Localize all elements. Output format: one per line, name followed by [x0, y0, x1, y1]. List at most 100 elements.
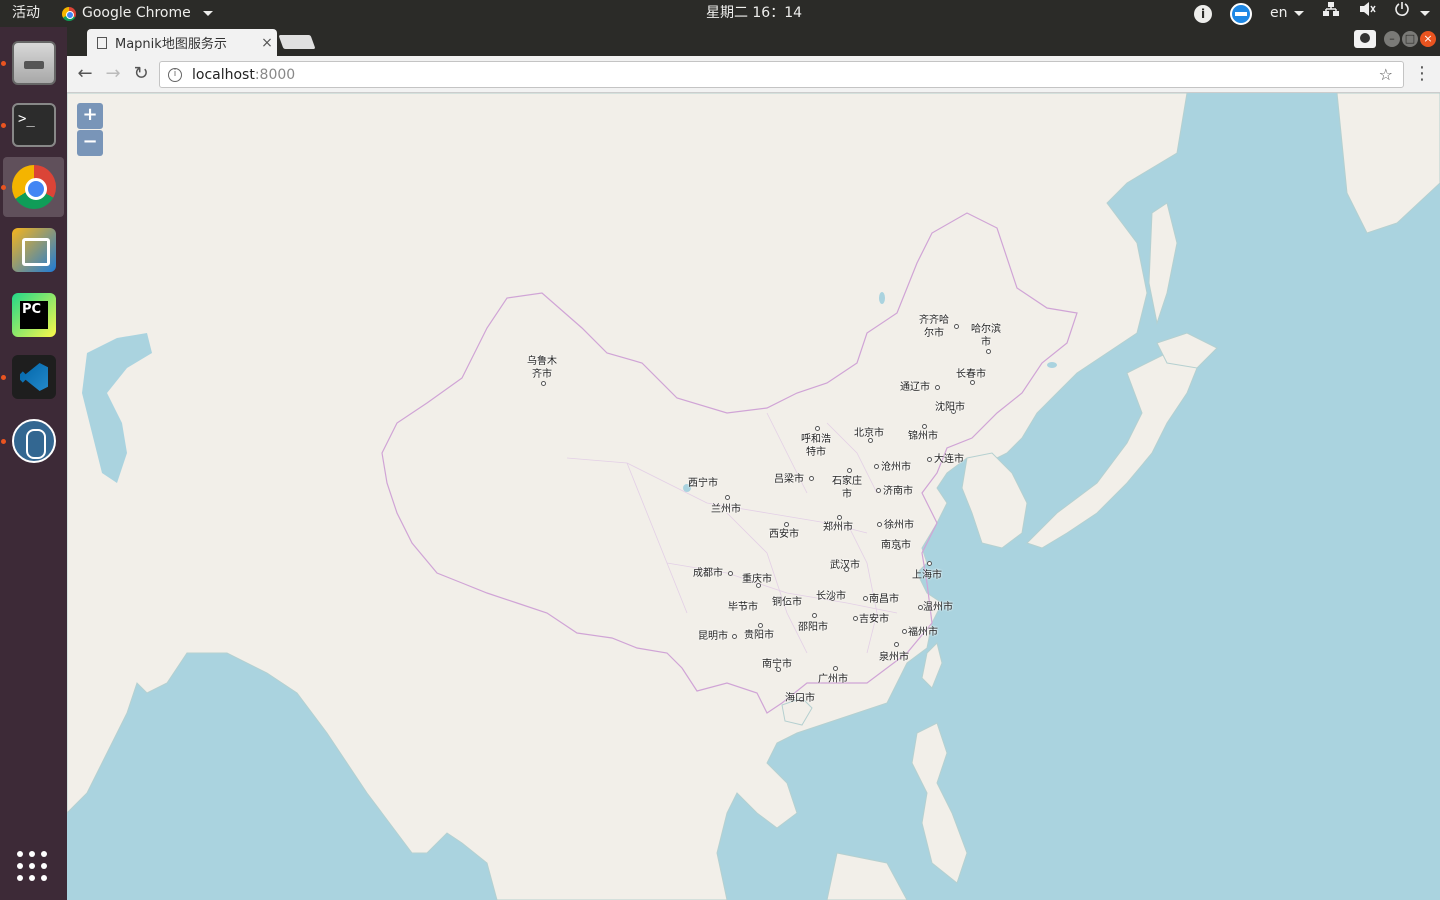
city-label: 南京市 — [881, 540, 911, 551]
city-label: 乌鲁木 齐市 — [527, 356, 557, 380]
address-bar[interactable]: i localhost:8000 ☆ — [159, 61, 1404, 88]
zoom-in-button[interactable]: + — [77, 103, 103, 129]
zoom-control: + − — [77, 103, 103, 157]
tab-title: Mapnik地图服务示 — [115, 37, 227, 52]
running-indicator — [1, 375, 6, 380]
new-tab-button[interactable] — [278, 35, 316, 49]
city-marker — [833, 666, 838, 671]
launcher-files[interactable] — [1, 33, 64, 93]
land-sakhalin — [1148, 202, 1178, 325]
city-label: 西宁市 — [688, 478, 718, 489]
page-icon — [97, 36, 107, 49]
city-label: 通辽市 — [900, 382, 930, 393]
close-window-icon[interactable]: × — [1420, 31, 1436, 47]
city-marker — [732, 634, 737, 639]
city-marker — [986, 349, 991, 354]
back-arrow-icon[interactable]: ← — [73, 62, 97, 86]
city-label: 齐齐哈 尔市 — [919, 315, 949, 339]
city-label: 温州市 — [923, 602, 953, 613]
city-label: 重庆市 — [742, 574, 772, 585]
city-marker — [894, 642, 899, 647]
city-marker — [837, 515, 842, 520]
city-marker — [784, 522, 789, 527]
accessibility-icon[interactable]: i — [1194, 4, 1213, 23]
running-indicator — [1, 439, 6, 444]
city-label: 广州市 — [818, 674, 848, 685]
reload-icon[interactable]: ↻ — [129, 62, 153, 86]
browser-tab-strip: Mapnik地图服务示 × – □ × — [67, 27, 1440, 56]
bookmark-star-icon[interactable]: ☆ — [1379, 65, 1393, 84]
city-label: 沈阳市 — [935, 402, 965, 413]
city-marker — [863, 596, 868, 601]
city-label: 福州市 — [908, 627, 938, 638]
city-marker — [812, 613, 817, 618]
city-marker — [853, 616, 858, 621]
map-viewport[interactable]: + − 乌鲁木 齐市 齐齐哈 尔市 哈尔滨市长春市通辽市 沈阳市北京市 锦州市 呼和浩 特市大连… — [67, 93, 1440, 900]
city-label: 哈尔滨市 — [971, 324, 1001, 348]
land-kamchatka — [1336, 93, 1440, 234]
city-marker — [847, 468, 852, 473]
network-icon[interactable] — [1322, 0, 1340, 27]
city-label: 徐州市 — [884, 520, 914, 531]
city-marker — [815, 426, 820, 431]
launcher-pycharm[interactable]: PC — [3, 285, 64, 345]
url-port: :8000 — [254, 66, 296, 83]
city-marker — [922, 424, 927, 429]
teamviewer-icon[interactable] — [1230, 2, 1253, 25]
chrome-menu-icon[interactable]: ⋮ — [1412, 62, 1432, 86]
land-borneo — [826, 852, 908, 900]
city-marker — [954, 324, 959, 329]
volume-muted-icon[interactable] — [1358, 0, 1376, 27]
city-label: 呼和浩 特市 — [801, 434, 831, 458]
map-basemap — [67, 93, 1440, 900]
info-icon[interactable]: i — [168, 67, 182, 82]
city-marker — [758, 623, 763, 628]
launcher-postgresql[interactable] — [1, 411, 64, 471]
lake — [1047, 362, 1057, 368]
vscode-icon — [12, 355, 56, 399]
chrome-icon — [12, 165, 56, 209]
launcher-terminal[interactable]: >_ — [1, 95, 64, 155]
browser-tab[interactable]: Mapnik地图服务示 × — [87, 29, 277, 56]
chevron-down-icon — [1293, 10, 1304, 16]
close-tab-icon[interactable]: × — [257, 35, 277, 51]
files-icon — [12, 41, 56, 85]
city-marker — [927, 457, 932, 462]
launcher-dock: >_ PC — [0, 27, 67, 900]
language-label: en — [1270, 5, 1288, 21]
maximize-icon[interactable]: □ — [1402, 31, 1418, 47]
forward-arrow-icon[interactable]: → — [101, 62, 125, 86]
city-marker — [876, 488, 881, 493]
land-philippines — [911, 722, 968, 884]
chevron-down-icon — [1420, 10, 1430, 16]
city-marker — [809, 476, 814, 481]
city-label: 兰州市 — [711, 504, 741, 515]
minimize-icon[interactable]: – — [1384, 31, 1400, 47]
city-marker — [541, 381, 546, 386]
launcher-vscode[interactable] — [1, 347, 64, 407]
city-label: 锦州市 — [908, 431, 938, 442]
window-controls: – □ × — [1384, 31, 1436, 47]
launcher-virtualbox[interactable] — [3, 220, 64, 280]
city-label: 贵阳市 — [744, 630, 774, 641]
power-menu[interactable] — [1394, 0, 1430, 27]
pycharm-icon: PC — [12, 293, 56, 337]
pycharm-logo-text: PC — [20, 301, 48, 329]
browser-toolbar: ← → ↻ i localhost:8000 ☆ ⋮ — [67, 56, 1440, 93]
launcher-chrome[interactable] — [1, 157, 64, 217]
city-label: 北京市 — [854, 428, 884, 439]
city-label: 长春市 — [956, 369, 986, 380]
city-label: 邵阳市 — [798, 622, 828, 633]
city-marker — [935, 385, 940, 390]
city-label: 西安市 — [769, 529, 799, 540]
city-label: 上海市 — [912, 570, 942, 581]
city-label: 大连市 — [934, 454, 964, 465]
zoom-out-button[interactable]: − — [77, 130, 103, 156]
lake — [879, 292, 885, 304]
show-applications-icon[interactable] — [17, 851, 49, 883]
city-label: 长沙市 — [816, 591, 846, 602]
city-marker — [877, 522, 882, 527]
language-indicator[interactable]: en — [1270, 0, 1304, 27]
city-label: 铜仁市 — [772, 597, 802, 608]
profile-icon[interactable] — [1354, 30, 1376, 48]
